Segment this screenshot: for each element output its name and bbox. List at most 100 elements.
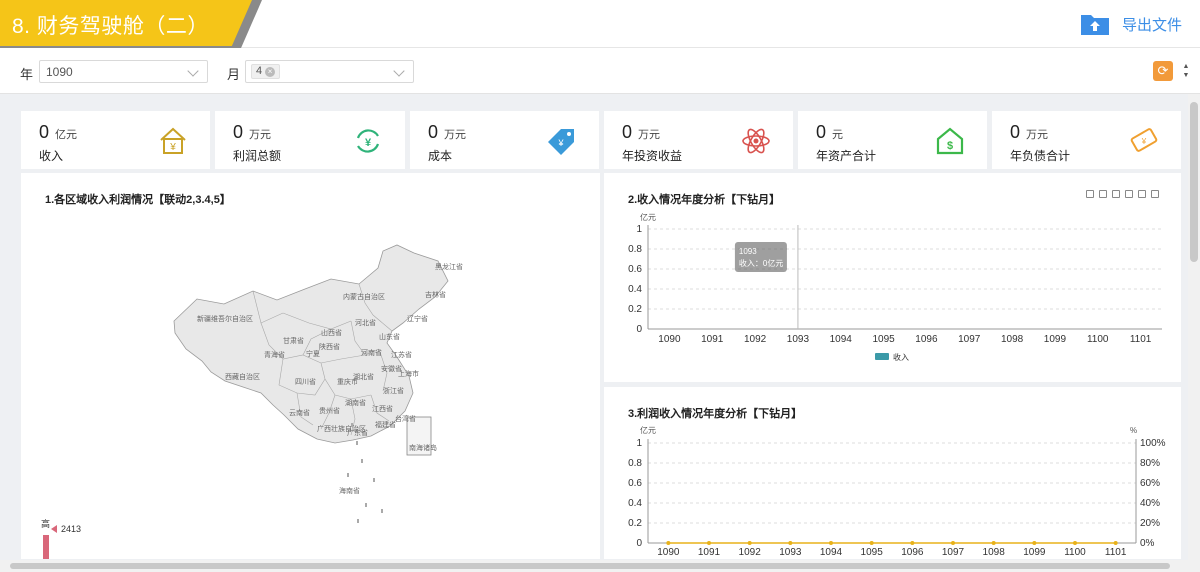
island-mark: [357, 519, 359, 523]
kpi-unit: 元: [832, 129, 844, 141]
chevron-down-icon: [393, 65, 405, 77]
china-map[interactable]: 黑龙江省吉林省辽宁省 内蒙古自治区新疆维吾尔自治区甘肃省青海省 宁夏 山西省陕西省 河北…: [21, 173, 600, 559]
map-region-label[interactable]: 南海诸岛: [409, 443, 437, 452]
kpi-value: 0 万元: [622, 122, 661, 142]
collapse-toggle-icon[interactable]: ▲ ▼: [1181, 62, 1191, 80]
map-region-label[interactable]: 云南省: [289, 408, 310, 417]
map-panel: 1.各区域收入利润情况【联动2,3.4,5】 黑龙江省 吉林省 辽宁省 内蒙古自治区新…: [21, 173, 600, 559]
y2-tick-label: 60%: [1140, 478, 1160, 489]
price-tag-icon: ¥: [548, 129, 574, 155]
y2-axis-label: %: [1130, 426, 1137, 435]
map-region-label[interactable]: 江西省: [372, 404, 393, 413]
map-region-label[interactable]: 上海市: [398, 369, 419, 378]
map-region-label[interactable]: 湖南省: [345, 398, 366, 407]
map-region-label[interactable]: 海南省: [339, 486, 360, 495]
map-region-label[interactable]: 河南省: [361, 348, 382, 357]
legend-label: 收入: [893, 352, 909, 362]
svg-text:¥: ¥: [169, 142, 176, 153]
svg-text:¥: ¥: [557, 138, 564, 148]
year-value: 1090: [46, 65, 73, 79]
x-tick-label: 1099: [1044, 334, 1067, 345]
x-tick-label: 1094: [820, 547, 843, 558]
line-point: [788, 541, 793, 545]
y-tick-label: 0.6: [628, 478, 642, 489]
month-select[interactable]: 4 ×: [245, 60, 414, 83]
map-region-label[interactable]: 青海省: [264, 350, 285, 359]
horizontal-scrollbar[interactable]: [0, 560, 1188, 572]
income-bar-chart[interactable]: 亿元 0 0.2 0.4 0.6 0.8 1 1090 1091 1092 1093 1094 1095…: [604, 173, 1181, 382]
island-mark: [373, 478, 375, 482]
line-point: [910, 541, 915, 545]
map-region-label[interactable]: 宁夏: [306, 349, 320, 358]
map-region-label[interactable]: 贵州省: [319, 406, 340, 415]
vertical-scrollbar[interactable]: [1188, 94, 1200, 572]
map-region-label[interactable]: 山西省: [321, 328, 342, 337]
month-label: 月: [227, 67, 241, 82]
year-label: 年: [20, 67, 34, 82]
refresh-button[interactable]: ⟳: [1153, 61, 1173, 81]
kpi-unit: 万元: [444, 129, 467, 141]
map-region-label[interactable]: 内蒙古自治区: [343, 292, 385, 301]
tooltip-category: 1093: [739, 247, 757, 256]
island-mark: [347, 473, 349, 477]
x-tick-label: 1096: [901, 547, 924, 558]
x-tick-label: 1091: [701, 334, 724, 345]
map-region-label[interactable]: 山东省: [379, 332, 400, 341]
profit-line-chart[interactable]: 亿元 % 0 0% 0.2 20% 0.4 40% 0.6 60% 0.8 80% 1 100% 1090 1…: [604, 387, 1181, 559]
chevron-down-icon: [187, 65, 199, 77]
x-tick-label: 1097: [942, 547, 965, 558]
line-point: [1073, 541, 1077, 545]
map-region-label[interactable]: 西藏自治区: [225, 372, 260, 381]
export-file-button[interactable]: 导出文件: [1080, 10, 1182, 38]
line-point: [991, 541, 996, 545]
y-tick-label: 0.2: [628, 518, 642, 529]
line-point: [951, 541, 955, 545]
y2-tick-label: 0%: [1140, 538, 1155, 549]
map-region-label[interactable]: 江苏省: [391, 350, 412, 359]
island-mark: [361, 459, 363, 463]
map-outline: [173, 244, 449, 444]
kpi-value: 0 万元: [233, 122, 272, 142]
map-region-label[interactable]: 黑龙江省: [435, 262, 463, 271]
kpi-label: 年资产合计: [816, 149, 877, 163]
x-tick-label: 1101: [1105, 547, 1127, 558]
x-tick-label: 1093: [787, 334, 810, 345]
y-tick-label: 0.2: [628, 304, 642, 315]
y-tick-label: 0.6: [628, 264, 642, 275]
y-tick-label: 0: [636, 538, 642, 549]
y-tick-label: 0.8: [628, 244, 642, 255]
kpi-unit: 亿元: [55, 129, 78, 141]
map-region-label[interactable]: 广东省: [347, 428, 368, 437]
map-region-label[interactable]: 河北省: [355, 318, 376, 327]
map-legend: 高 2413: [41, 518, 81, 559]
income-chart-panel: 2.收入情况年度分析【下钻月】 亿元 0 0.2 0.4 0.6 0.8 1 1090 1091…: [604, 173, 1181, 382]
map-region-label[interactable]: 辽宁省: [407, 314, 428, 323]
y2-tick-label: 40%: [1140, 498, 1160, 509]
yen-cycle-icon: ¥: [356, 129, 380, 153]
kpi-value: 0元: [816, 122, 844, 142]
page-title: 8. 财务驾驶舱（二）: [12, 15, 209, 38]
remove-tag-icon[interactable]: ×: [265, 66, 276, 77]
y-tick-label: 0.8: [628, 458, 642, 469]
island-mark: [381, 509, 383, 513]
folder-upload-icon: [1080, 12, 1110, 36]
x-tick-label: 1098: [1001, 334, 1024, 345]
map-region-label[interactable]: 浙江省: [383, 386, 404, 395]
month-tag[interactable]: 4 ×: [251, 64, 281, 79]
map-region-label[interactable]: 四川省: [295, 377, 316, 386]
map-region-label[interactable]: 陕西省: [319, 342, 340, 351]
x-tick-label: 1100: [1087, 334, 1109, 345]
x-tick-label: 1094: [830, 334, 853, 345]
map-region-label[interactable]: 湖北省: [353, 372, 374, 381]
map-region-label[interactable]: 甘肃省: [283, 336, 304, 345]
map-region-label[interactable]: 台湾省: [395, 414, 416, 423]
x-tick-label: 1095: [872, 334, 895, 345]
x-tick-label: 1101: [1130, 334, 1152, 345]
island-mark: [351, 423, 353, 427]
year-select[interactable]: 1090: [39, 60, 208, 83]
map-region-label[interactable]: 新疆维吾尔自治区: [197, 314, 253, 323]
legend-swatch: [875, 353, 889, 360]
map-region-label[interactable]: 吉林省: [425, 290, 446, 299]
map-region-label[interactable]: 福建省: [375, 420, 396, 429]
kpi-label: 收入: [39, 149, 64, 163]
